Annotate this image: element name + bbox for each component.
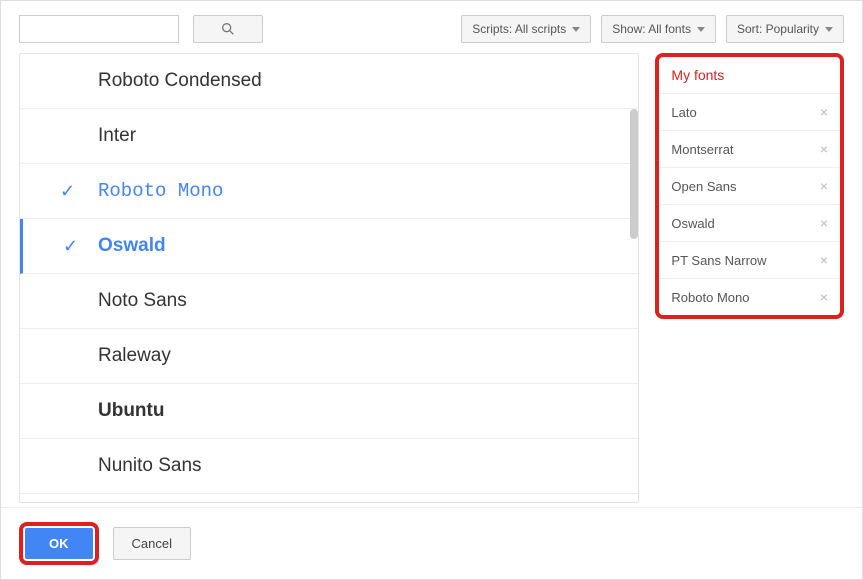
font-name-label: Nunito Sans <box>98 455 202 477</box>
font-row[interactable]: Noto Sans <box>20 274 638 329</box>
scrollbar-thumb[interactable] <box>630 109 638 239</box>
font-name-label: Raleway <box>98 345 171 367</box>
font-name-label: Roboto Condensed <box>98 70 262 92</box>
show-filter[interactable]: Show: All fonts <box>601 15 716 43</box>
my-font-name: Montserrat <box>671 142 733 157</box>
my-font-item[interactable]: PT Sans Narrow × <box>659 241 840 278</box>
font-name-label: Ubuntu <box>98 400 164 422</box>
check-icon: ✓ <box>60 181 75 202</box>
sort-filter-label: Sort: Popularity <box>737 22 819 36</box>
my-font-item[interactable]: Roboto Mono × <box>659 278 840 315</box>
main-area: Roboto Condensed Inter ✓ Roboto Mono ✓ Oswald… <box>1 53 862 503</box>
font-row[interactable]: Inter <box>20 109 638 164</box>
my-font-name: Open Sans <box>671 179 736 194</box>
my-font-name: PT Sans Narrow <box>671 253 766 268</box>
my-fonts-title: My fonts <box>659 57 840 93</box>
remove-font-icon[interactable]: × <box>820 141 828 157</box>
my-fonts-box: My fonts Lato×Montserrat×Open Sans×Oswal… <box>655 53 844 319</box>
ok-highlight: OK <box>19 522 99 565</box>
font-row[interactable]: Ubuntu <box>20 384 638 439</box>
my-font-item[interactable]: Open Sans × <box>659 167 840 204</box>
cancel-button[interactable]: Cancel <box>113 527 191 560</box>
font-list-container: Roboto Condensed Inter ✓ Roboto Mono ✓ Oswald… <box>19 53 639 503</box>
top-bar: Scripts: All scripts Show: All fonts Sor… <box>1 1 862 53</box>
remove-font-icon[interactable]: × <box>820 178 828 194</box>
footer: OK Cancel <box>1 507 862 579</box>
my-fonts-panel: My fonts Lato×Montserrat×Open Sans×Oswal… <box>655 53 844 503</box>
scripts-filter-label: Scripts: All scripts <box>472 22 566 36</box>
remove-font-icon[interactable]: × <box>820 289 828 305</box>
font-row[interactable]: ✓ Oswald <box>20 219 638 274</box>
font-name-label: Oswald <box>98 235 166 257</box>
search-input[interactable] <box>19 15 179 43</box>
dropdown-icon <box>825 27 833 32</box>
my-font-name: Oswald <box>671 216 714 231</box>
dropdown-icon <box>697 27 705 32</box>
font-row[interactable]: Raleway <box>20 329 638 384</box>
font-row[interactable]: Roboto Condensed <box>20 54 638 109</box>
font-list[interactable]: Roboto Condensed Inter ✓ Roboto Mono ✓ Oswald… <box>20 54 638 502</box>
my-font-name: Roboto Mono <box>671 290 749 305</box>
remove-font-icon[interactable]: × <box>820 104 828 120</box>
font-name-label: Roboto Mono <box>98 180 223 202</box>
font-row[interactable]: Nunito Sans <box>20 439 638 494</box>
ok-button[interactable]: OK <box>25 528 93 559</box>
scripts-filter[interactable]: Scripts: All scripts <box>461 15 591 43</box>
remove-font-icon[interactable]: × <box>820 215 828 231</box>
font-name-label: Noto Sans <box>98 290 187 312</box>
my-font-item[interactable]: Montserrat × <box>659 130 840 167</box>
font-name-label: Inter <box>98 125 136 147</box>
my-font-name: Lato <box>671 105 696 120</box>
font-row[interactable]: ✓ Roboto Mono <box>20 164 638 219</box>
dropdown-icon <box>572 27 580 32</box>
my-font-item[interactable]: Oswald × <box>659 204 840 241</box>
show-filter-label: Show: All fonts <box>612 22 691 36</box>
remove-font-icon[interactable]: × <box>820 252 828 268</box>
search-icon <box>220 21 236 37</box>
my-font-item[interactable]: Lato × <box>659 93 840 130</box>
check-icon: ✓ <box>63 236 78 257</box>
sort-filter[interactable]: Sort: Popularity <box>726 15 844 43</box>
search-button[interactable] <box>193 15 263 43</box>
my-fonts-list: Lato×Montserrat×Open Sans×Oswald×PT Sans… <box>659 93 840 315</box>
